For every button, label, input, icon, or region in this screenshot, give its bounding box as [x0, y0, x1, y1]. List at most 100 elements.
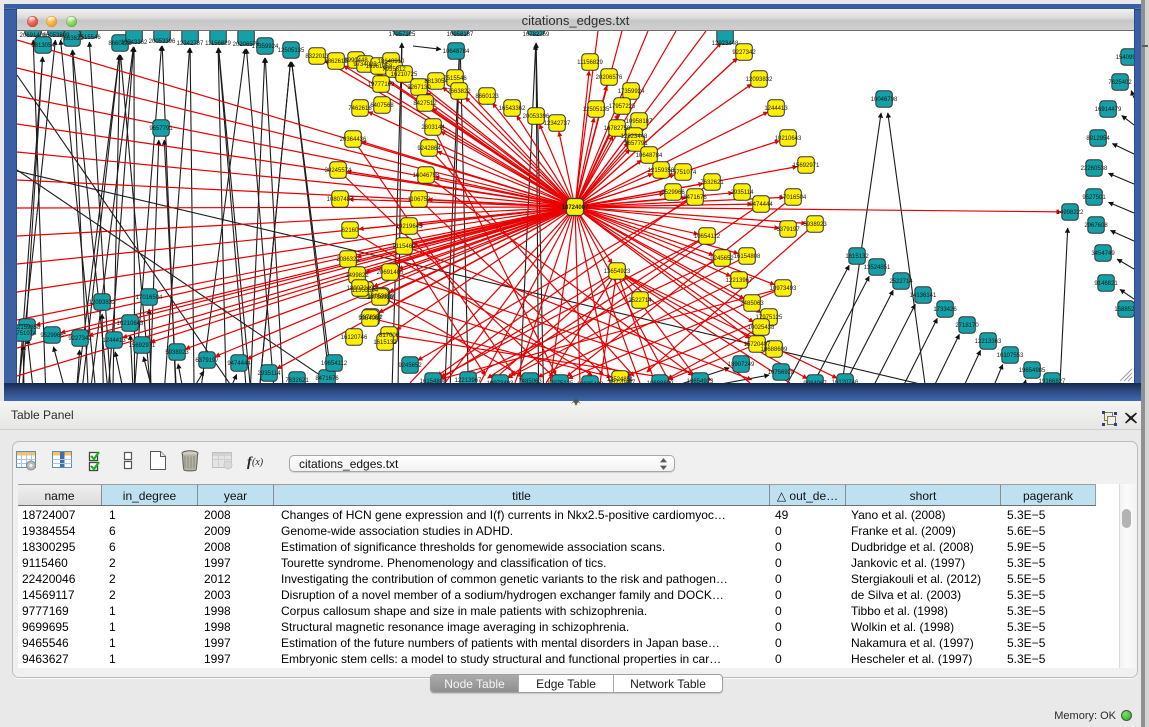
svg-text:15692971: 15692971: [793, 163, 820, 169]
svg-text:6407568: 6407568: [370, 103, 394, 109]
svg-text:10210643: 10210643: [117, 321, 144, 327]
svg-text:17957225: 17957225: [389, 32, 416, 38]
svg-text:10648784: 10648784: [443, 49, 470, 55]
svg-text:10807487: 10807487: [327, 197, 354, 203]
svg-text:12213967: 12213967: [726, 278, 753, 284]
svg-text:7632621: 7632621: [700, 180, 724, 186]
svg-text:17359924: 17359924: [618, 89, 645, 95]
svg-text:3454749: 3454749: [1091, 251, 1115, 257]
svg-text:19777169: 19777169: [368, 82, 395, 88]
svg-text:20206576: 20206576: [596, 75, 623, 81]
svg-text:17016504: 17016504: [780, 195, 807, 201]
svg-text:6379197: 6379197: [195, 358, 219, 364]
svg-text:10688609: 10688609: [647, 381, 674, 383]
svg-text:2935114: 2935114: [258, 371, 282, 377]
svg-text:5938923: 5938923: [803, 222, 827, 228]
svg-text:8471676: 8471676: [315, 376, 339, 382]
svg-text:2935114: 2935114: [731, 190, 755, 196]
svg-text:10756928: 10756928: [768, 370, 795, 376]
svg-text:1499822: 1499822: [345, 273, 369, 279]
svg-text:9146821: 9146821: [1094, 281, 1118, 287]
svg-text:10025438: 10025438: [748, 325, 775, 331]
svg-text:12093832: 12093832: [746, 77, 773, 83]
svg-text:7625402: 7625402: [1108, 80, 1132, 86]
svg-text:7632621: 7632621: [285, 378, 309, 383]
svg-text:16046798: 16046798: [413, 173, 440, 179]
svg-text:16154808: 16154808: [734, 254, 761, 260]
svg-text:1106753: 1106753: [408, 197, 432, 203]
svg-text:12342737: 12342737: [544, 121, 571, 127]
svg-text:(x): (x): [252, 457, 264, 468]
svg-text:15751074: 15751074: [670, 170, 697, 176]
svg-text:1733426: 1733426: [933, 307, 957, 313]
svg-text:10648784: 10648784: [636, 153, 663, 159]
svg-text:22260538: 22260538: [1081, 166, 1108, 172]
svg-text:20691406: 20691406: [377, 270, 404, 276]
svg-text:5938923: 5938923: [165, 350, 189, 356]
svg-text:16782759: 16782759: [604, 126, 631, 132]
svg-text:1588520: 1588520: [1114, 307, 1134, 313]
svg-text:9084067: 9084067: [358, 316, 382, 322]
svg-text:18907249: 18907249: [347, 286, 374, 292]
svg-text:8471676: 8471676: [683, 195, 707, 201]
svg-text:8813054: 8813054: [31, 43, 55, 49]
svg-text:7663822: 7663822: [60, 36, 84, 42]
svg-text:9245652: 9245652: [398, 363, 422, 369]
svg-text:15409948: 15409948: [1116, 55, 1134, 61]
svg-text:10210643: 10210643: [775, 136, 802, 142]
svg-text:17359924: 17359924: [252, 44, 279, 50]
svg-text:10973493: 10973493: [770, 286, 797, 292]
svg-text:11156829: 11156829: [205, 41, 231, 47]
svg-text:13524851: 13524851: [607, 377, 634, 383]
svg-text:8660123: 8660123: [475, 94, 499, 100]
svg-text:18907249: 18907249: [728, 362, 755, 368]
svg-text:10219643: 10219643: [396, 224, 423, 230]
svg-text:13654923: 13654923: [604, 269, 631, 275]
svg-text:12342737: 12342737: [177, 41, 204, 47]
svg-text:2522714: 2522714: [889, 279, 913, 285]
svg-text:9227342: 9227342: [732, 50, 756, 56]
svg-text:11156829: 11156829: [577, 60, 603, 66]
svg-text:2718170: 2718170: [955, 323, 979, 329]
svg-text:12213363: 12213363: [975, 339, 1002, 345]
svg-text:19654985: 19654985: [1019, 368, 1046, 374]
svg-text:16543362: 16543362: [121, 40, 148, 46]
svg-text:12093832: 12093832: [89, 300, 116, 306]
svg-text:7485063: 7485063: [518, 379, 542, 383]
svg-text:6379197: 6379197: [776, 227, 800, 233]
svg-text:16914479: 16914479: [1095, 107, 1122, 113]
svg-text:1615132: 1615132: [845, 254, 869, 260]
svg-text:7663822: 7663822: [447, 89, 471, 95]
svg-text:10688609: 10688609: [761, 347, 788, 353]
svg-text:17957225: 17957225: [609, 104, 636, 110]
svg-text:20053396: 20053396: [149, 39, 176, 45]
svg-text:2803144: 2803144: [421, 125, 445, 131]
svg-text:12505135: 12505135: [278, 48, 305, 54]
svg-text:10654112: 10654112: [321, 361, 348, 367]
svg-text:10958187: 10958187: [626, 119, 653, 125]
svg-text:17016504: 17016504: [136, 295, 163, 301]
svg-text:12505135: 12505135: [583, 107, 610, 113]
svg-text:14136141: 14136141: [910, 293, 937, 299]
svg-text:7462616: 7462616: [348, 106, 372, 112]
svg-text:9115460: 9115460: [393, 244, 417, 250]
svg-text:9527501: 9527501: [1082, 195, 1106, 201]
svg-text:16210725: 16210725: [391, 72, 418, 78]
svg-text:16782759: 16782759: [523, 32, 550, 38]
svg-text:1615132: 1615132: [373, 340, 397, 346]
svg-text:15692971: 15692971: [129, 343, 156, 349]
svg-text:1244413: 1244413: [764, 106, 788, 112]
svg-text:16154808: 16154808: [420, 379, 447, 383]
svg-text:7485063: 7485063: [740, 301, 764, 307]
svg-text:7515546: 7515546: [443, 76, 467, 82]
svg-text:10973493: 10973493: [487, 381, 514, 383]
svg-text:16120746: 16120746: [341, 335, 368, 341]
svg-text:16120746: 16120746: [832, 380, 859, 383]
svg-text:10958187: 10958187: [447, 32, 474, 38]
svg-text:8912954: 8912954: [1086, 136, 1110, 142]
svg-text:817006: 817006: [379, 333, 400, 339]
svg-text:2967608: 2967608: [1084, 223, 1108, 229]
svg-text:10654112: 10654112: [694, 234, 721, 240]
svg-text:12923448: 12923448: [712, 41, 739, 47]
svg-text:10046798: 10046798: [871, 97, 898, 103]
